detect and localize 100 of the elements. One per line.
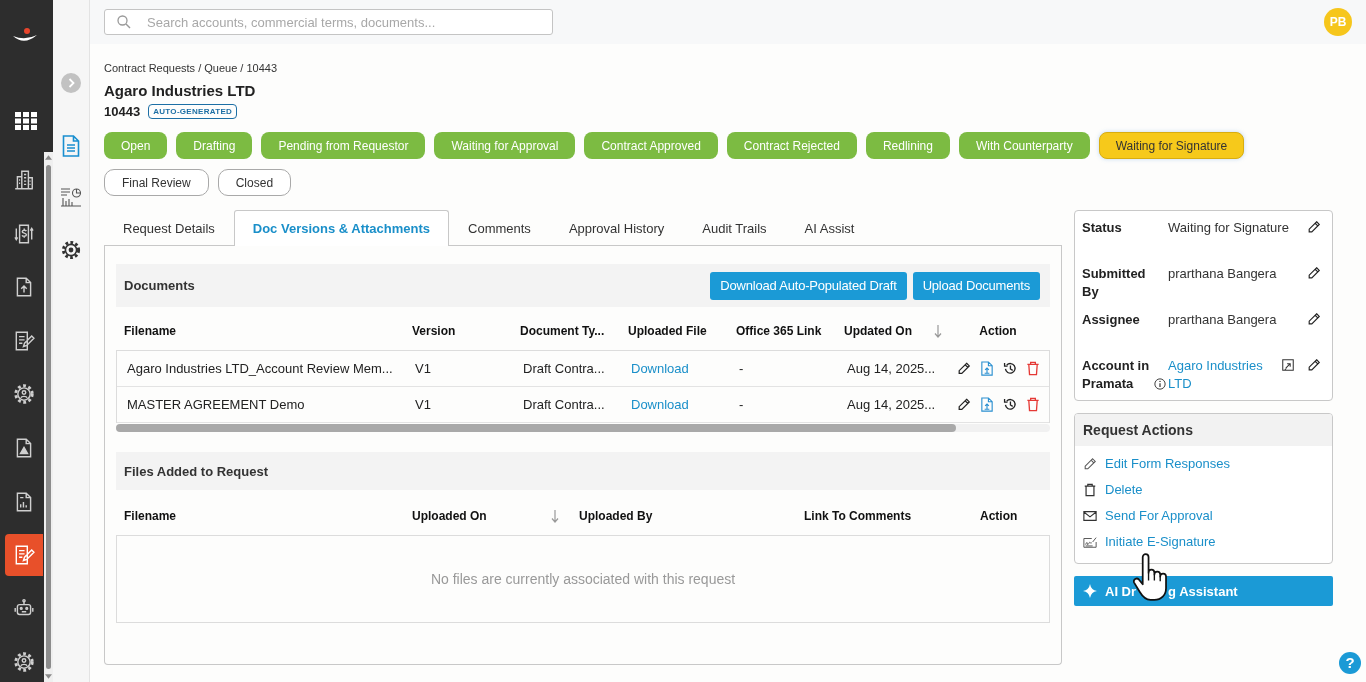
document-upload-icon[interactable] [980, 397, 994, 412]
gear-person-icon [13, 651, 35, 674]
status-step[interactable]: Drafting [176, 132, 253, 159]
table-cell: Aug 14, 2025... [847, 361, 936, 376]
section-title: Files Added to Request [124, 463, 268, 479]
download-draft-button[interactable]: Download Auto-Populated Draft [710, 271, 907, 300]
chart-icon[interactable] [60, 187, 82, 207]
tab[interactable]: AI Assist [785, 210, 874, 246]
pencil-icon[interactable] [957, 361, 971, 376]
scroll-down-icon[interactable] [45, 674, 52, 679]
action-link[interactable]: Delete [1083, 481, 1143, 499]
trash-icon[interactable] [1026, 361, 1040, 376]
column-header[interactable]: Updated On [844, 324, 912, 338]
request-id: 10443 [104, 103, 141, 119]
tab[interactable]: Audit Trails [683, 210, 786, 246]
sort-arrow-icon[interactable] [934, 324, 942, 338]
status-step[interactable]: With Counterparty [958, 132, 1090, 159]
column-header[interactable]: Uploaded On [412, 509, 487, 523]
sparkle-icon [1083, 584, 1097, 598]
table-cell: - [739, 361, 744, 376]
status-step[interactable]: Contract Approved [584, 132, 718, 159]
document-icon[interactable] [62, 135, 80, 157]
status-step[interactable]: Pending from Requestor [261, 132, 426, 159]
status-step[interactable]: Contract Rejected [726, 132, 857, 159]
action-link[interactable]: Edit Form Responses [1083, 455, 1230, 473]
history-icon[interactable] [1003, 361, 1017, 376]
column-header[interactable]: Version [412, 324, 456, 338]
status-step[interactable]: Redlining [865, 132, 950, 159]
tab[interactable]: Comments [449, 210, 550, 246]
search-icon [117, 15, 131, 29]
ai-assistant-button[interactable]: AI Dr g Assistant [1074, 576, 1333, 606]
envelope-icon [1083, 509, 1097, 523]
pencil-icon [1083, 457, 1097, 471]
sort-arrow-icon[interactable] [551, 509, 559, 523]
field-value: prarthana Bangera [1168, 312, 1277, 327]
field-label: Assignee [1082, 311, 1140, 329]
column-header[interactable]: Office 365 Link [736, 324, 822, 338]
table-cell: MASTER AGREEMENT Demo [127, 397, 305, 412]
pencil-icon[interactable] [1307, 266, 1321, 280]
table-cell: Draft Contra... [523, 361, 605, 376]
status-step[interactable]: Final Review [104, 169, 209, 196]
help-button[interactable]: ? [1339, 652, 1361, 674]
settings-icon[interactable] [61, 240, 81, 260]
search-field[interactable]: Search accounts, commercial terms, documents... [104, 9, 553, 35]
field-value: Waiting for Signature [1168, 220, 1289, 235]
table-cell: Agaro Industries LTD_Account Review Mem... [127, 361, 393, 376]
field-label: Status [1082, 219, 1122, 237]
card-title: Request Actions [1075, 414, 1332, 446]
status-step[interactable]: Waiting for Approval [434, 132, 576, 159]
column-header[interactable]: Link To Comments [804, 509, 912, 523]
empty-table-message: No files are currently associated with this request [116, 535, 1050, 623]
page-title: Agaro Industries LTD [104, 81, 257, 100]
signature-icon [1083, 535, 1097, 549]
history-icon[interactable] [1003, 397, 1017, 412]
download-link[interactable]: Download [631, 361, 689, 376]
upload-documents-button[interactable]: Upload Documents [912, 271, 1040, 300]
pencil-icon[interactable] [957, 397, 971, 412]
info-icon[interactable] [1154, 378, 1166, 390]
table-cell: V1 [415, 361, 431, 376]
table-cell: Aug 14, 2025... [847, 397, 936, 412]
column-header[interactable]: Document Ty... [520, 324, 605, 338]
edit-document-icon [13, 544, 35, 567]
edit-document-icon [13, 329, 35, 352]
scroll-up-icon[interactable] [45, 155, 52, 160]
trash-icon [1083, 483, 1097, 497]
download-link[interactable]: Download [631, 397, 689, 412]
tab[interactable]: Approval History [549, 210, 684, 246]
trash-icon[interactable] [1026, 397, 1040, 412]
pencil-icon[interactable] [1307, 220, 1321, 234]
action-link[interactable]: Send For Approval [1083, 507, 1213, 525]
tab[interactable]: Doc Versions & Attachments [233, 210, 449, 246]
column-header[interactable]: Uploaded By [579, 509, 653, 523]
tab[interactable]: Request Details [104, 210, 234, 246]
table-cell: V1 [415, 397, 431, 412]
column-header[interactable]: Action [979, 324, 1017, 338]
dollar-document-icon [13, 222, 35, 245]
column-header[interactable]: Uploaded File [628, 324, 707, 338]
status-step[interactable]: Closed [217, 169, 292, 196]
status-step[interactable]: Open [104, 132, 168, 159]
scrollbar-thumb[interactable] [46, 165, 51, 669]
building-icon [13, 169, 35, 191]
column-header[interactable]: Action [980, 509, 1018, 523]
section-title: Documents [124, 278, 195, 293]
sidebar-item[interactable] [5, 534, 43, 577]
field-value: prarthana Bangera [1168, 266, 1277, 281]
breadcrumb: Contract Requests / Queue / 10443 [104, 61, 279, 76]
vertical-scrollbar[interactable] [44, 152, 53, 682]
table-cell: - [739, 397, 744, 412]
apps-grid-icon[interactable] [15, 112, 37, 130]
status-step[interactable]: Waiting for Signature [1098, 132, 1245, 159]
field-label: Account in Pramata [1082, 357, 1151, 393]
external-link-icon[interactable] [1281, 358, 1295, 372]
table-cell: Draft Contra... [523, 397, 605, 412]
pencil-icon[interactable] [1307, 358, 1321, 372]
document-upload-icon[interactable] [980, 361, 994, 376]
account-link[interactable]: Agaro Industries LTD [1168, 357, 1281, 393]
action-link[interactable]: Initiate E-Signature [1083, 533, 1216, 551]
column-header[interactable]: Filename [124, 324, 177, 338]
pencil-icon[interactable] [1307, 312, 1321, 326]
column-header[interactable]: Filename [124, 509, 177, 523]
